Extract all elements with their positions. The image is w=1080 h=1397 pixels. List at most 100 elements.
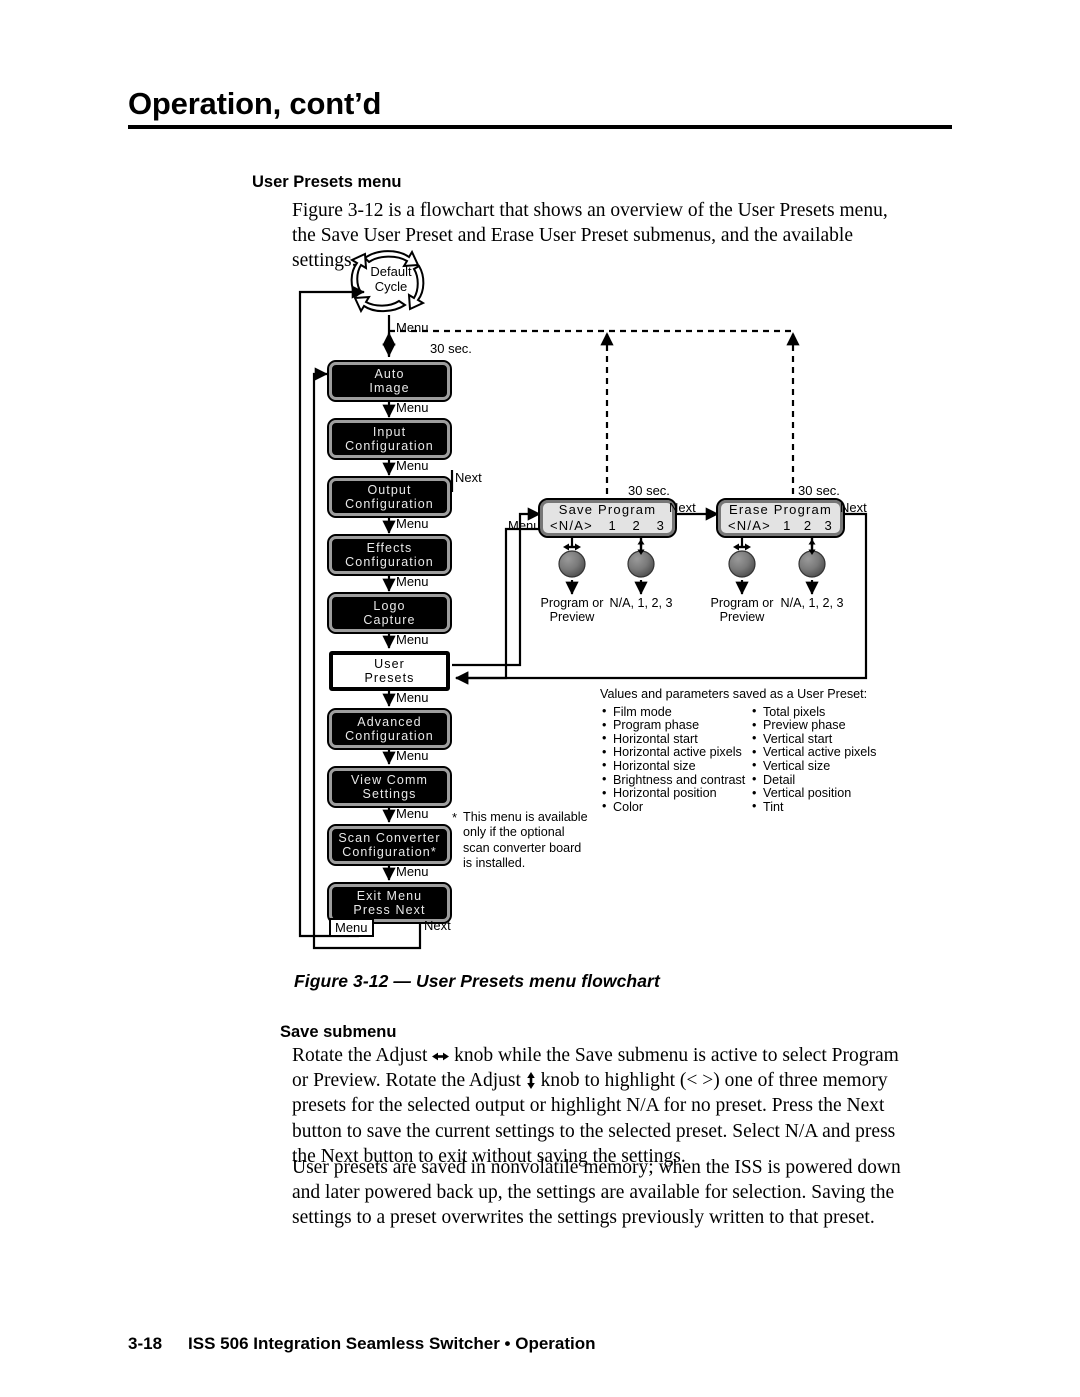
values-item: Vertical size [750, 759, 900, 774]
lcd-cell-3[interactable]: 3 [657, 518, 665, 534]
timeout-label-erase: 30 sec. [798, 483, 840, 498]
lcd-title: Save Program [558, 502, 657, 517]
menu-box-line1: View Comm [350, 772, 429, 787]
save-submenu-paragraph-1: Rotate the Adjust knob while the Save su… [292, 1043, 916, 1169]
save-knob-left-result: Program or Preview [530, 596, 614, 624]
menu-box-effects-configuration[interactable]: Effects Configuration [327, 534, 452, 576]
lcd-title: Erase Program [728, 502, 833, 517]
menu-box-line1: Exit Menu [356, 888, 423, 903]
erase-program-label-next: Next [840, 500, 867, 515]
values-item: Horizontal position [600, 787, 750, 801]
menu-box-auto-image[interactable]: Auto Image [327, 360, 452, 402]
menu-box-line1: Auto [374, 366, 405, 381]
footer-text: ISS 506 Integration Seamless Switcher • … [188, 1334, 596, 1353]
transition-label-menu-default: Menu [396, 320, 429, 335]
menu-box-line2: Configuration [345, 555, 434, 569]
default-cycle-line1: Default [370, 264, 412, 279]
values-note-column-1: Film mode Program phase Horizontal start… [600, 705, 750, 815]
menu-box-logo-capture[interactable]: Logo Capture [327, 592, 452, 634]
scan-converter-footnote: * This menu is available only if the opt… [452, 810, 592, 872]
transition-label-menu-5: Menu [396, 632, 429, 647]
timeout-label-save: 30 sec. [628, 483, 670, 498]
transition-label-menu-6: Menu [396, 690, 429, 705]
transition-label-menu-9: Menu [396, 864, 429, 879]
adjust-vertical-icon [526, 1072, 536, 1090]
values-item: Brightness and contrast [600, 773, 750, 788]
values-item: Tint [750, 800, 900, 815]
values-item: Horizontal active pixels [600, 746, 750, 760]
default-cycle-line2: Cycle [374, 279, 408, 294]
values-item: Detail [750, 773, 900, 788]
menu-box-line2: Press Next [353, 903, 426, 917]
page-footer: 3-18 ISS 506 Integration Seamless Switche… [128, 1334, 596, 1354]
menu-box-view-comm-settings[interactable]: View Comm Settings [327, 766, 452, 808]
values-item: Vertical position [750, 787, 900, 801]
menu-box-line1: Effects [366, 540, 413, 555]
result-line1: Program or [540, 596, 604, 610]
menu-box-line2: Configuration [345, 497, 434, 511]
menu-box-line2: Capture [363, 613, 416, 627]
save-program-label-menu: Menu [508, 518, 541, 533]
values-note-title: Values and parameters saved as a User Pr… [600, 687, 868, 701]
values-item: Film mode [600, 705, 750, 720]
transition-label-menu-3: Menu [396, 516, 429, 531]
para-part-a: Rotate the Adjust [292, 1045, 433, 1066]
output-config-label-next: Next [455, 470, 482, 485]
values-item: Program phase [600, 719, 750, 733]
menu-box-user-presets[interactable]: User Presets [329, 651, 450, 691]
transition-label-menu-2: Menu [396, 458, 429, 473]
values-item: Horizontal size [600, 759, 750, 774]
menu-box-line2: Settings [362, 787, 417, 801]
lcd-cell-1[interactable]: 1 [608, 518, 616, 534]
exit-label-menu: Menu [329, 918, 374, 937]
menu-box-line1: Input [372, 424, 407, 439]
lcd-cell-2[interactable]: 2 [804, 518, 812, 534]
values-item: Total pixels [750, 705, 900, 720]
lcd-cell-3[interactable]: 3 [825, 518, 833, 534]
menu-box-line2: Configuration [345, 729, 434, 743]
exit-label-next: Next [424, 918, 451, 933]
transition-label-menu-7: Menu [396, 748, 429, 763]
menu-box-line1: Advanced [357, 714, 422, 729]
footnote-marker: * [452, 810, 458, 825]
lcd-box-erase-program[interactable]: Erase Program <N/A> 1 2 3 [716, 498, 845, 538]
lcd-cell-2[interactable]: 2 [633, 518, 641, 534]
section-heading-save-submenu: Save submenu [280, 1023, 397, 1041]
menu-box-input-configuration[interactable]: Input Configuration [327, 418, 452, 460]
transition-label-menu-1: Menu [396, 400, 429, 415]
menu-box-advanced-configuration[interactable]: Advanced Configuration [327, 708, 452, 750]
save-knob-right-result: N/A, 1, 2, 3 [609, 596, 673, 610]
save-program-label-next: Next [669, 500, 696, 515]
result-line2: Preview [549, 610, 595, 624]
erase-knob-right-result: N/A, 1, 2, 3 [780, 596, 844, 610]
transition-label-menu-8: Menu [396, 806, 429, 821]
values-saved-note: Values and parameters saved as a User Pr… [600, 687, 900, 815]
menu-box-line1: Logo [373, 598, 406, 613]
values-item: Horizontal start [600, 732, 750, 747]
lcd-cell-na[interactable]: <N/A> [728, 518, 771, 534]
menu-box-line1: Scan Converter [338, 830, 441, 845]
values-item: Color [600, 800, 750, 815]
menu-box-line2: Configuration* [342, 845, 437, 859]
menu-box-exit-menu-press-next[interactable]: Exit Menu Press Next [327, 882, 452, 924]
erase-knob-left-result: Program or Preview [700, 596, 784, 624]
lcd-box-save-program[interactable]: Save Program <N/A> 1 2 3 [538, 498, 677, 538]
menu-box-output-configuration[interactable]: Output Configuration [327, 476, 452, 518]
adjust-knobs [558, 550, 826, 578]
footer-page-number: 3-18 [128, 1334, 163, 1353]
menu-box-line2: Configuration [345, 439, 434, 453]
default-cycle-label: Default Cycle [362, 264, 420, 294]
result-line2: Preview [719, 610, 765, 624]
transition-label-menu-4: Menu [396, 574, 429, 589]
save-submenu-paragraph-2: User presets are saved in nonvolatile me… [292, 1157, 901, 1229]
menu-box-line1: User [374, 656, 405, 671]
values-item: Vertical active pixels [750, 746, 900, 760]
values-note-column-2: Total pixels Preview phase Vertical star… [750, 705, 900, 815]
adjust-horizontal-icon [432, 1051, 450, 1062]
lcd-cell-na[interactable]: <N/A> [550, 518, 593, 534]
menu-box-line2: Presets [364, 671, 415, 685]
lcd-cell-1[interactable]: 1 [783, 518, 791, 534]
menu-box-line2: Image [369, 381, 410, 395]
footnote-text: This menu is available only if the optio… [463, 810, 588, 871]
menu-box-scan-converter-configuration[interactable]: Scan Converter Configuration* [327, 824, 452, 866]
